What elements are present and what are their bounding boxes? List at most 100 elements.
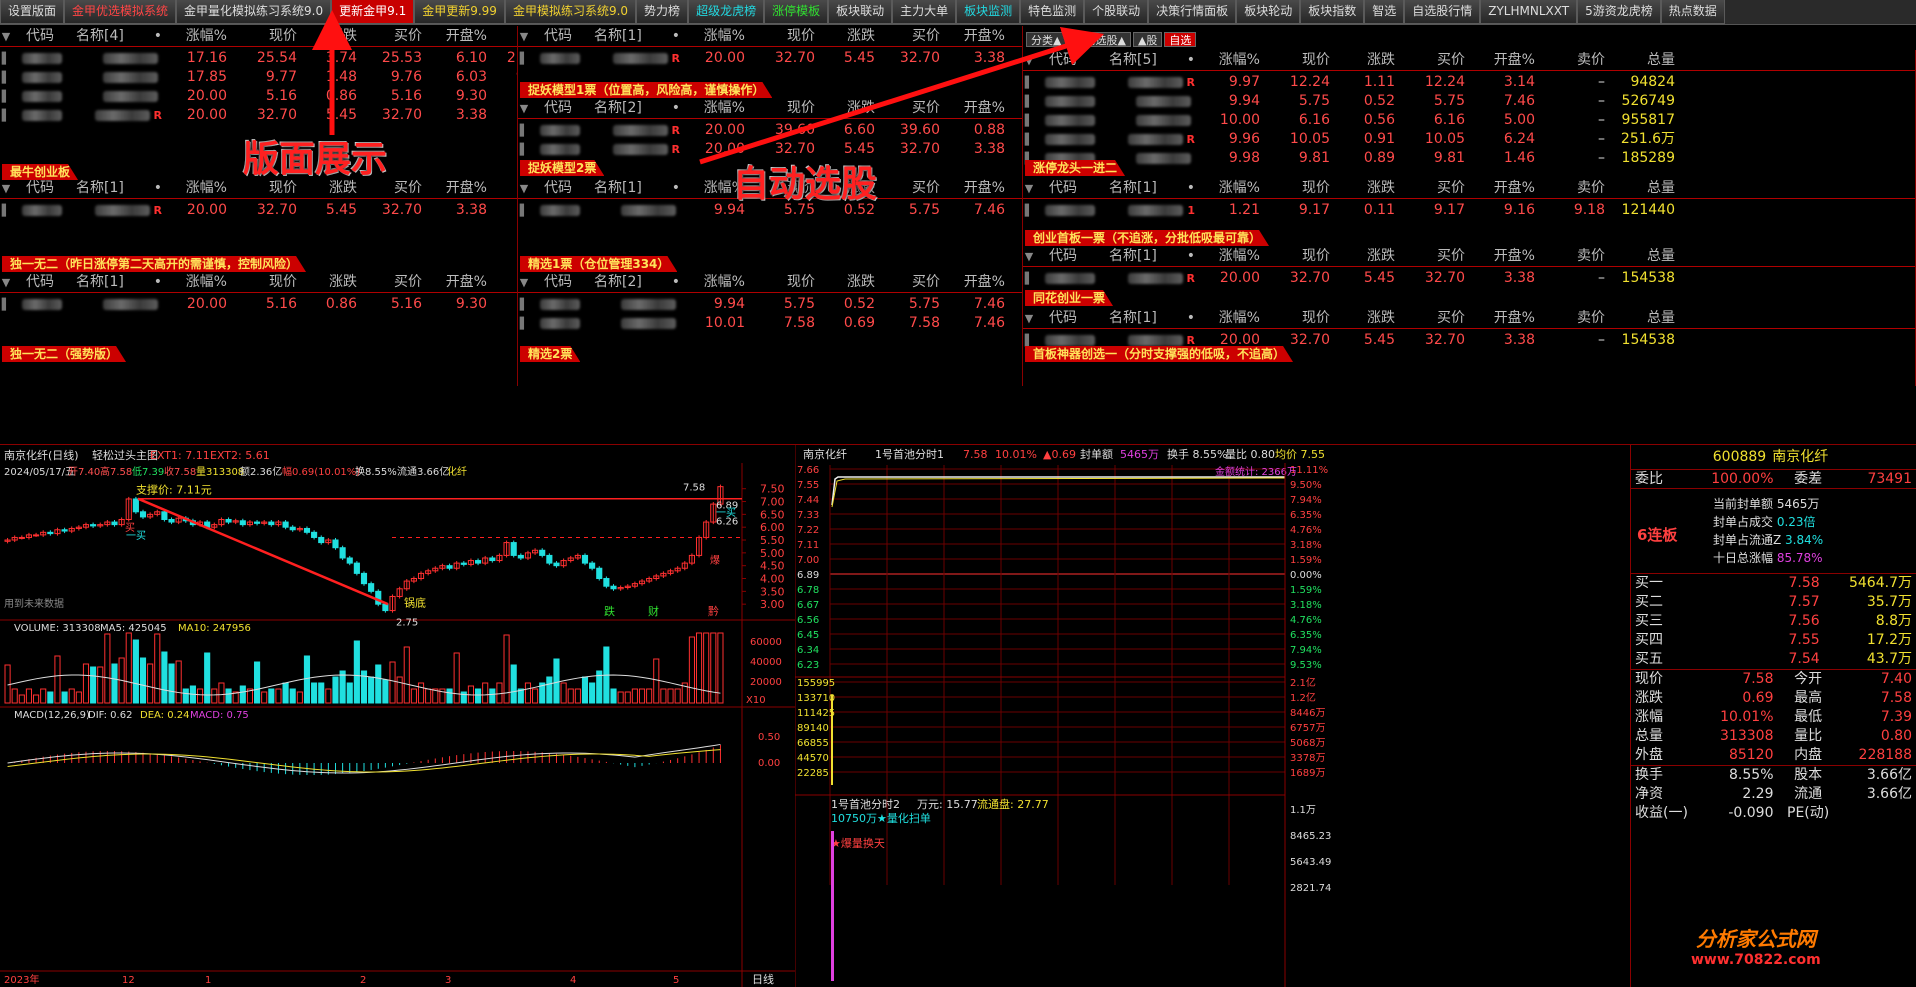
col-sell[interactable]: 卖价 bbox=[1011, 98, 1022, 118]
col-dot[interactable]: • bbox=[666, 26, 686, 46]
col-chg[interactable]: 涨跌 bbox=[821, 98, 881, 118]
col-vol[interactable]: 总量 bbox=[1611, 50, 1681, 70]
col-buy[interactable]: 买价 bbox=[363, 26, 428, 46]
col-open[interactable]: 开盘% bbox=[428, 178, 493, 198]
col-chg[interactable]: 涨跌 bbox=[303, 272, 363, 292]
col-name[interactable]: 名称[4] bbox=[68, 26, 148, 46]
tab-0[interactable]: 设置版面 bbox=[0, 0, 65, 24]
col-open[interactable]: 开盘% bbox=[428, 272, 493, 292]
table-row[interactable]: ▌ 9.94 5.75 0.52 5.75 7.46 –526749 bbox=[1023, 91, 1915, 112]
col-code[interactable]: 代码 bbox=[536, 272, 586, 292]
period-label[interactable]: 日线 bbox=[752, 972, 774, 986]
col-price[interactable]: 现价 bbox=[1266, 178, 1336, 198]
panel-title[interactable]: 精选1票（仓位管理334） bbox=[520, 256, 677, 272]
col-pct[interactable]: 涨幅% bbox=[686, 26, 751, 46]
col-open[interactable]: 开盘% bbox=[946, 178, 1011, 198]
col-name[interactable]: 名称[1] bbox=[68, 272, 148, 292]
col-buy[interactable]: 买价 bbox=[1401, 50, 1471, 70]
col-sell[interactable]: 卖价 bbox=[1541, 246, 1611, 266]
col-name[interactable]: 名称[1] bbox=[68, 178, 148, 198]
col-chg[interactable]: 涨跌 bbox=[1336, 178, 1401, 198]
panel-title[interactable]: 捉妖模型1票（位置高，风险高，谨慎操作） bbox=[520, 82, 772, 98]
table-row[interactable]: ▌ R 20.00 32.70 5.45 32.70 3.38 –154538 bbox=[1023, 268, 1915, 289]
col-arrowcell[interactable]: ▼ bbox=[0, 26, 18, 46]
col-code[interactable]: 代码 bbox=[18, 178, 68, 198]
col-code[interactable]: 代码 bbox=[536, 26, 586, 46]
col-name[interactable]: 名称[2] bbox=[586, 272, 666, 292]
tab-15[interactable]: 板块轮动 bbox=[1236, 0, 1301, 24]
col-buy[interactable]: 买价 bbox=[881, 178, 946, 198]
col-dot[interactable]: • bbox=[1181, 178, 1201, 198]
col-sell[interactable]: 卖价 bbox=[1011, 272, 1022, 292]
tab-20[interactable]: 5游资龙虎榜 bbox=[1577, 0, 1661, 24]
table-row[interactable]: ▌ 10.00 6.16 0.56 6.16 5.00 –955817 bbox=[1023, 110, 1915, 131]
table-row[interactable]: ▌ 9.98 9.81 0.89 9.81 1.46–185289 bbox=[1023, 148, 1915, 169]
col-price[interactable]: 现价 bbox=[1266, 50, 1336, 70]
col-open[interactable]: 开盘% bbox=[428, 26, 493, 46]
col-vol[interactable]: 总量 bbox=[1611, 178, 1681, 198]
intraday-chart[interactable]: 南京化纤 1号首池分时1 7.58 10.01% ▲0.69 封单额 5465万 换手 8.5… bbox=[795, 445, 1630, 987]
col-buy[interactable]: 买价 bbox=[881, 98, 946, 118]
tab-3[interactable]: 更新金甲9.1 bbox=[331, 0, 415, 24]
col-code[interactable]: 代码 bbox=[18, 272, 68, 292]
tab-19[interactable]: ZYLHMNLXXT bbox=[1480, 0, 1578, 24]
col-open[interactable]: 开盘% bbox=[1471, 178, 1541, 198]
col-name[interactable]: 名称[1] bbox=[1101, 308, 1181, 328]
table-row[interactable]: ▌ 17.85 9.77 1.48 9.76 6.03 9.77 bbox=[0, 67, 517, 88]
tab-14[interactable]: 决策行情面板 bbox=[1148, 0, 1237, 24]
col-sell[interactable]: 卖价 bbox=[1541, 178, 1611, 198]
panel-title[interactable]: 首板神器创选一（分时支撑强的低吸，不追高） bbox=[1025, 346, 1293, 362]
col-sell[interactable]: 卖价 bbox=[1011, 178, 1022, 198]
col-code[interactable]: 代码 bbox=[1041, 178, 1101, 198]
col-dot[interactable]: • bbox=[666, 98, 686, 118]
col-dot[interactable]: • bbox=[1181, 50, 1201, 70]
col-dot[interactable]: • bbox=[666, 272, 686, 292]
tab-8[interactable]: 涨停模板 bbox=[764, 0, 829, 24]
col-open[interactable]: 开盘% bbox=[946, 98, 1011, 118]
col-arrowcell[interactable]: ▼ bbox=[518, 26, 536, 46]
col-open[interactable]: 开盘% bbox=[946, 26, 1011, 46]
col-arrowcell[interactable]: ▼ bbox=[1023, 246, 1041, 266]
col-code[interactable]: 代码 bbox=[1041, 50, 1101, 70]
table-row[interactable]: ▌ 1 1.21 9.17 0.11 9.17 9.16 9.18 121440 bbox=[1023, 200, 1915, 221]
tab-2[interactable]: 金甲量化模拟练习系统9.0 bbox=[176, 0, 332, 24]
table-row[interactable]: ▌ R 20.00 32.70 5.45 32.70 3.38– bbox=[0, 200, 517, 221]
col-open[interactable]: 开盘% bbox=[946, 272, 1011, 292]
col-vol[interactable]: 总量 bbox=[1611, 246, 1681, 266]
col-dot[interactable]: • bbox=[148, 26, 168, 46]
col-price[interactable]: 现价 bbox=[1266, 308, 1336, 328]
col-pct[interactable]: 涨幅% bbox=[1201, 50, 1266, 70]
right-tab-3[interactable]: 自选 bbox=[1164, 32, 1197, 47]
tab-16[interactable]: 板块指数 bbox=[1300, 0, 1365, 24]
col-dot[interactable]: • bbox=[148, 272, 168, 292]
tab-4[interactable]: 金甲更新9.99 bbox=[414, 0, 505, 24]
col-price[interactable]: 现价 bbox=[1266, 246, 1336, 266]
table-row[interactable]: ▌ R 9.96 10.05 0.91 10.05 6.24 –251.6万 bbox=[1023, 129, 1915, 150]
tab-21[interactable]: 热点数据 bbox=[1660, 0, 1725, 24]
col-price[interactable]: 现价 bbox=[751, 272, 821, 292]
col-sell[interactable]: 卖价 bbox=[493, 272, 517, 292]
col-open[interactable]: 开盘% bbox=[1471, 308, 1541, 328]
col-price[interactable]: 现价 bbox=[233, 272, 303, 292]
col-chg[interactable]: 涨跌 bbox=[1336, 246, 1401, 266]
kline-chart[interactable]: 南京化纤(日线) 轻松过头主图EXT1: 7.11 EXT2: 5.61 2024/0… bbox=[0, 445, 795, 987]
col-dot[interactable]: • bbox=[1181, 308, 1201, 328]
col-name[interactable]: 名称[1] bbox=[1101, 246, 1181, 266]
col-buy[interactable]: 买价 bbox=[363, 272, 428, 292]
tab-5[interactable]: 金甲模拟练习系统9.0 bbox=[504, 0, 637, 24]
col-open[interactable]: 开盘% bbox=[1471, 50, 1541, 70]
col-code[interactable]: 代码 bbox=[1041, 246, 1101, 266]
table-row[interactable]: ▌ 20.00 5.16 0.86 5.16 9.30– bbox=[0, 294, 517, 315]
panel-title[interactable]: 同花创业一票 bbox=[1025, 290, 1113, 306]
col-chg[interactable]: 涨跌 bbox=[821, 26, 881, 46]
tab-1[interactable]: 金甲优选模拟系统 bbox=[64, 0, 177, 24]
tab-10[interactable]: 主力大单 bbox=[892, 0, 957, 24]
col-pct[interactable]: 涨幅% bbox=[1201, 308, 1266, 328]
panel-title[interactable]: 独一无二（昨日涨停第二天高开的需谨慎，控制风险） bbox=[2, 256, 306, 272]
table-row[interactable]: ▌ 10.01 7.58 0.69 7.58 7.46– bbox=[518, 313, 1022, 334]
table-row[interactable]: ▌ R 20.00 39.60 6.60 39.60 0.88– bbox=[518, 120, 1022, 141]
tab-17[interactable]: 智选 bbox=[1364, 0, 1405, 24]
col-sell[interactable]: 卖价 bbox=[1541, 308, 1611, 328]
col-chg[interactable]: 涨跌 bbox=[1336, 308, 1401, 328]
col-arrowcell[interactable]: ▼ bbox=[1023, 50, 1041, 70]
